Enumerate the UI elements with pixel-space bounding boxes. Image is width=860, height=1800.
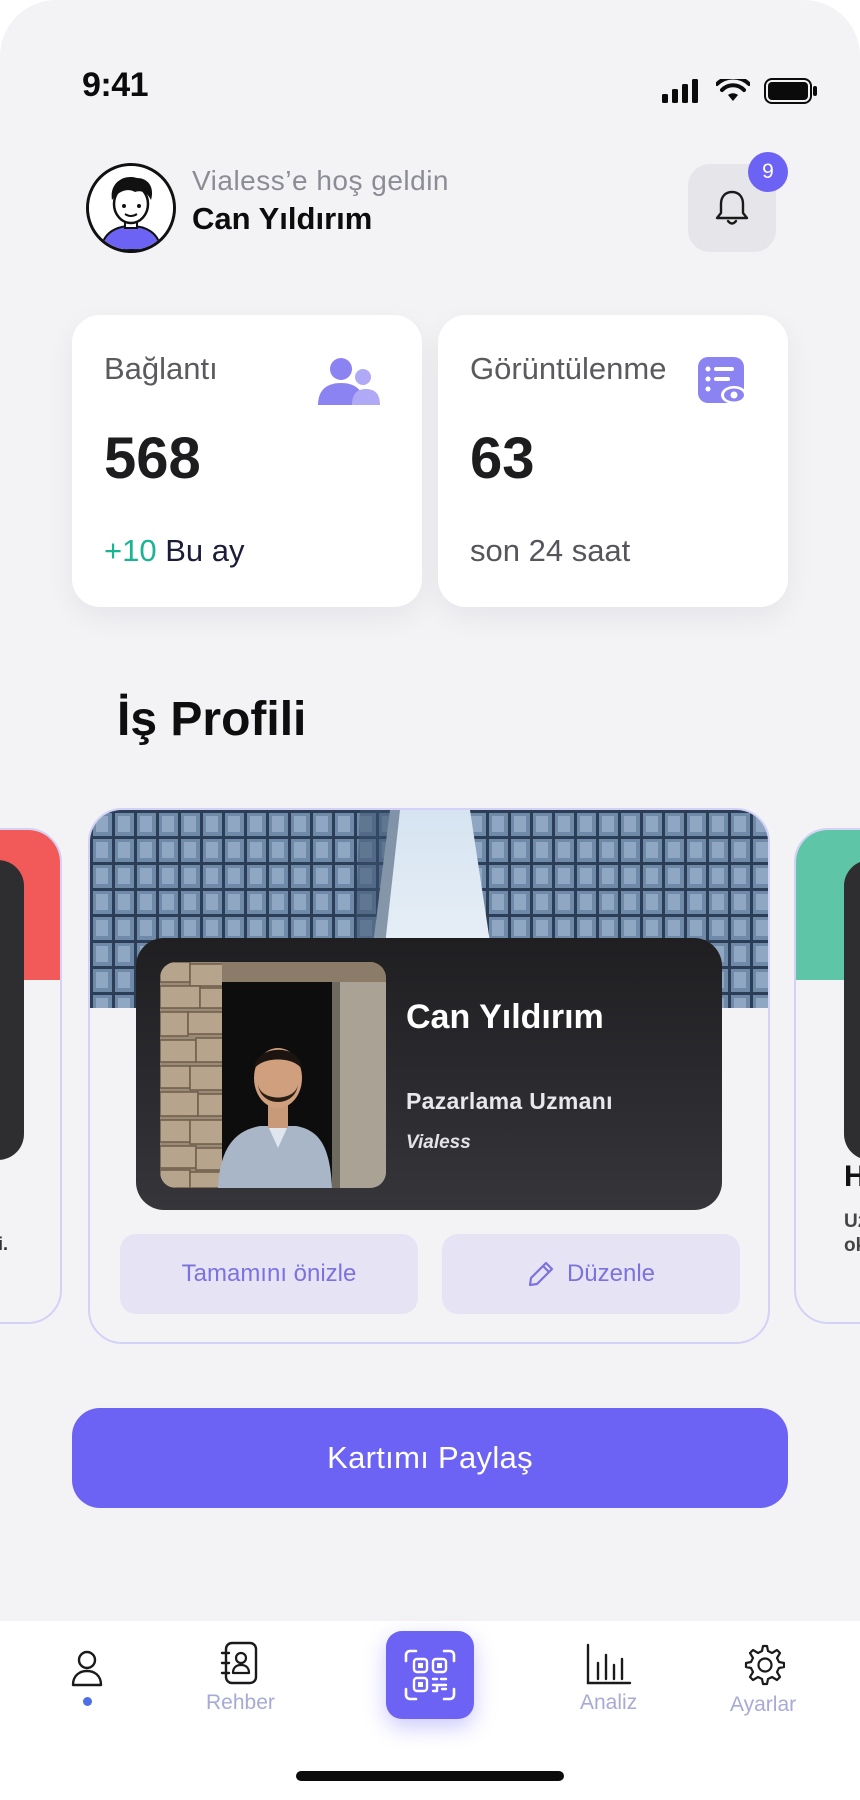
side-card-left[interactable]: i.	[0, 828, 62, 1324]
view-list-icon	[696, 355, 748, 412]
signal-icon	[662, 79, 698, 103]
wifi-icon	[716, 79, 750, 101]
profile-company: Vialess	[406, 1132, 471, 1153]
connections-footer: +10 Bu ay	[104, 533, 245, 569]
nav-item-profile[interactable]	[70, 1649, 104, 1706]
share-card-button[interactable]: Kartımı Paylaş	[72, 1408, 788, 1508]
section-title: İş Profili	[117, 693, 307, 746]
preview-button[interactable]: Tamamını önizle	[120, 1234, 418, 1314]
side-card-right-text: Uz ok	[844, 1210, 860, 1258]
profile-photo	[160, 962, 386, 1188]
status-icons	[662, 78, 818, 104]
contacts-book-icon	[221, 1641, 258, 1685]
side-card-left-text: i.	[0, 1234, 9, 1254]
avatar-illustration	[89, 166, 173, 250]
bar-chart-icon	[586, 1643, 631, 1685]
status-time: 9:41	[82, 66, 149, 104]
qr-code-icon	[404, 1649, 456, 1701]
home-indicator[interactable]	[296, 1771, 564, 1781]
edit-button[interactable]: Düzenle	[442, 1234, 740, 1314]
business-profile-card[interactable]: Can Yıldırım Pazarlama Uzmanı Vialess Ta…	[88, 808, 770, 1344]
nav-label-rehber: Rehber	[206, 1691, 275, 1714]
views-period: son 24 saat	[470, 533, 631, 568]
connections-card[interactable]: Bağlantı 568 +10 Bu ay	[72, 315, 422, 607]
username: Can Yıldırım	[192, 201, 373, 236]
avatar[interactable]	[86, 163, 176, 253]
users-icon	[316, 355, 382, 412]
side-card-left-panel	[0, 860, 24, 1160]
connections-delta: +10	[104, 533, 157, 568]
side-card-right-line-2: ok	[844, 1235, 860, 1256]
nav-active-indicator	[82, 1697, 92, 1706]
app-screen: 9:41 Vialess’e hoş geldin Can Yıldırım 9…	[0, 0, 860, 1800]
connections-period: Bu ay	[165, 533, 245, 568]
nav-item-ayarlar[interactable]: Ayarlar	[730, 1643, 796, 1717]
edit-button-label: Düzenle	[566, 1260, 656, 1287]
views-value: 63	[470, 426, 535, 491]
side-card-right-panel	[844, 860, 860, 1160]
preview-button-label: Tamamını önizle	[181, 1260, 357, 1287]
share-card-label: Kartımı Paylaş	[327, 1440, 533, 1475]
welcome-text: Vialess’e hoş geldin	[192, 165, 449, 196]
bell-icon	[715, 190, 749, 225]
side-card-right-heading: H	[844, 1160, 860, 1194]
pencil-icon	[528, 1261, 554, 1287]
battery-icon	[764, 78, 817, 104]
nav-item-rehber[interactable]: Rehber	[206, 1641, 275, 1715]
nav-label-ayarlar: Ayarlar	[730, 1693, 797, 1716]
connections-value: 568	[104, 426, 201, 491]
views-card[interactable]: Görüntülenme 63 son 24 saat	[438, 315, 788, 607]
notification-badge: 9	[748, 152, 788, 192]
connections-label: Bağlantı	[104, 351, 218, 386]
profile-job-title: Pazarlama Uzmanı	[406, 1088, 613, 1114]
nav-item-qr[interactable]	[386, 1631, 474, 1719]
side-card-right[interactable]: H Uz ok	[794, 828, 860, 1324]
nav-label-analiz: Analiz	[580, 1691, 638, 1714]
person-icon	[71, 1650, 103, 1687]
profile-name: Can Yıldırım	[406, 998, 604, 1036]
side-card-right-line-1: Uz	[844, 1211, 860, 1232]
nav-item-analiz[interactable]: Analiz	[580, 1643, 637, 1715]
profile-summary: Can Yıldırım Pazarlama Uzmanı Vialess	[136, 938, 722, 1210]
gear-icon	[744, 1644, 786, 1686]
views-label: Görüntülenme	[470, 351, 667, 386]
